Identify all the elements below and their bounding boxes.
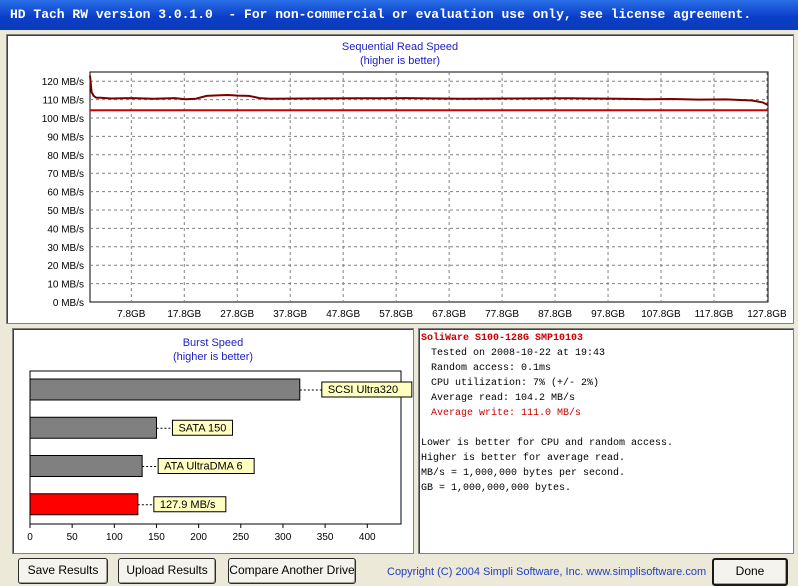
compare-another-drive-label: Compare Another Drive — [229, 563, 355, 577]
burst-x-tick-label: 300 — [275, 532, 292, 543]
burst-x-tick-label: 200 — [190, 532, 207, 543]
read-x-tick-label: 107.8GB — [641, 309, 681, 320]
sequential-read-panel: Sequential Read Speed (higher is better)… — [6, 34, 794, 324]
read-y-tick-label: 30 MB/s — [47, 243, 84, 254]
burst-bar — [29, 416, 157, 439]
burst-speed-panel: Burst Speed (higher is better) SCSI Ultr… — [12, 328, 414, 554]
burst-label: SCSI Ultra320 — [328, 384, 398, 396]
note-cpu-random: Lower is better for CPU and random acces… — [421, 438, 674, 449]
read-plot-area — [89, 71, 769, 303]
read-y-tick-label: 20 MB/s — [47, 261, 84, 272]
read-x-tick-label: 127.8GB — [747, 309, 787, 320]
read-x-tick-label: 97.8GB — [591, 309, 625, 320]
burst-x-tick-label: 250 — [232, 532, 249, 543]
read-x-tick-label: 77.8GB — [485, 309, 519, 320]
window-title: HD Tach RW version 3.0.1.0 - For non-com… — [10, 7, 752, 22]
read-x-tick-label: 17.8GB — [167, 309, 201, 320]
burst-label: 127.9 MB/s — [160, 499, 216, 511]
read-y-tick-label: 120 MB/s — [42, 77, 84, 88]
save-results-label: Save Results — [27, 563, 99, 577]
average-read: Average read: 104.2 MB/s — [431, 393, 576, 404]
read-y-tick-label: 110 MB/s — [43, 96, 85, 107]
read-chart: 0 MB/s 10 MB/s 20 MB/s 30 MB/s 40 MB/s 50 MB/… — [42, 71, 787, 320]
random-access: Random access: 0.1ms — [431, 363, 552, 374]
read-y-tick-label: 90 MB/s — [47, 132, 84, 143]
burst-x-tick-label: 150 — [148, 532, 165, 543]
title-bar: HD Tach RW version 3.0.1.0 - For non-com… — [0, 0, 798, 30]
save-results-button[interactable]: Save Results — [18, 558, 108, 584]
copyright-text: Copyright (C) 2004 Simpli Software, Inc.… — [387, 566, 707, 578]
read-y-tick-label: 10 MB/s — [47, 280, 84, 291]
burst-x-tick-label: 100 — [106, 532, 123, 543]
read-x-tick-label: 117.8GB — [695, 309, 734, 320]
compare-another-drive-button[interactable]: Compare Another Drive — [228, 558, 356, 584]
read-y-tick-label: 100 MB/s — [42, 114, 84, 125]
note-gb-definition: GB = 1,000,000,000 bytes. — [421, 483, 572, 494]
burst-x-tick-label: 400 — [359, 532, 376, 543]
read-x-tick-label: 37.8GB — [273, 309, 307, 320]
tested-date: Tested on 2008-10-22 at 19:43 — [431, 348, 606, 359]
note-mbs-definition: MB/s = 1,000,000 bytes per second. — [421, 468, 626, 479]
read-y-tick-label: 0 MB/s — [53, 298, 84, 309]
burst-bar — [29, 378, 301, 401]
read-x-tick-label: 27.8GB — [220, 309, 254, 320]
drive-name: SoliWare S100-128G SMP10103 — [421, 333, 584, 344]
burst-label: ATA UltraDMA 6 — [164, 461, 242, 473]
read-y-tick-label: 80 MB/s — [47, 151, 84, 162]
cpu-utilization: CPU utilization: 7% (+/- 2%) — [431, 378, 600, 389]
burst-bar — [29, 455, 143, 477]
read-x-tick-label: 47.8GB — [326, 309, 360, 320]
read-x-tick-label: 67.8GB — [432, 309, 466, 320]
upload-results-label: Upload Results — [126, 563, 208, 577]
burst-x-tick-label: 0 — [27, 532, 33, 543]
results-info-panel: SoliWare S100-128G SMP10103 Tested on 20… — [418, 328, 794, 554]
burst-x-tick-label: 50 — [67, 532, 79, 543]
burst-chart: SCSI Ultra320 SATA 150 ATA UltraDMA 6 127.9… — [27, 370, 413, 543]
read-y-tick-label: 70 MB/s — [47, 169, 84, 180]
read-y-tick-label: 50 MB/s — [47, 206, 84, 217]
read-x-tick-label: 57.8GB — [379, 309, 413, 320]
note-average-read: Higher is better for average read. — [421, 453, 626, 464]
done-button[interactable]: Done — [712, 558, 788, 586]
read-x-tick-label: 7.8GB — [117, 309, 146, 320]
read-y-tick-label: 60 MB/s — [47, 188, 84, 199]
read-x-tick-label: 87.8GB — [538, 309, 572, 320]
burst-bar — [29, 493, 139, 516]
done-label: Done — [735, 564, 765, 578]
burst-label: SATA 150 — [178, 422, 226, 434]
average-write: Average write: 111.0 MB/s — [431, 408, 582, 419]
upload-results-button[interactable]: Upload Results — [118, 558, 216, 584]
burst-x-tick-label: 350 — [317, 532, 334, 543]
read-y-tick-label: 40 MB/s — [47, 224, 84, 235]
